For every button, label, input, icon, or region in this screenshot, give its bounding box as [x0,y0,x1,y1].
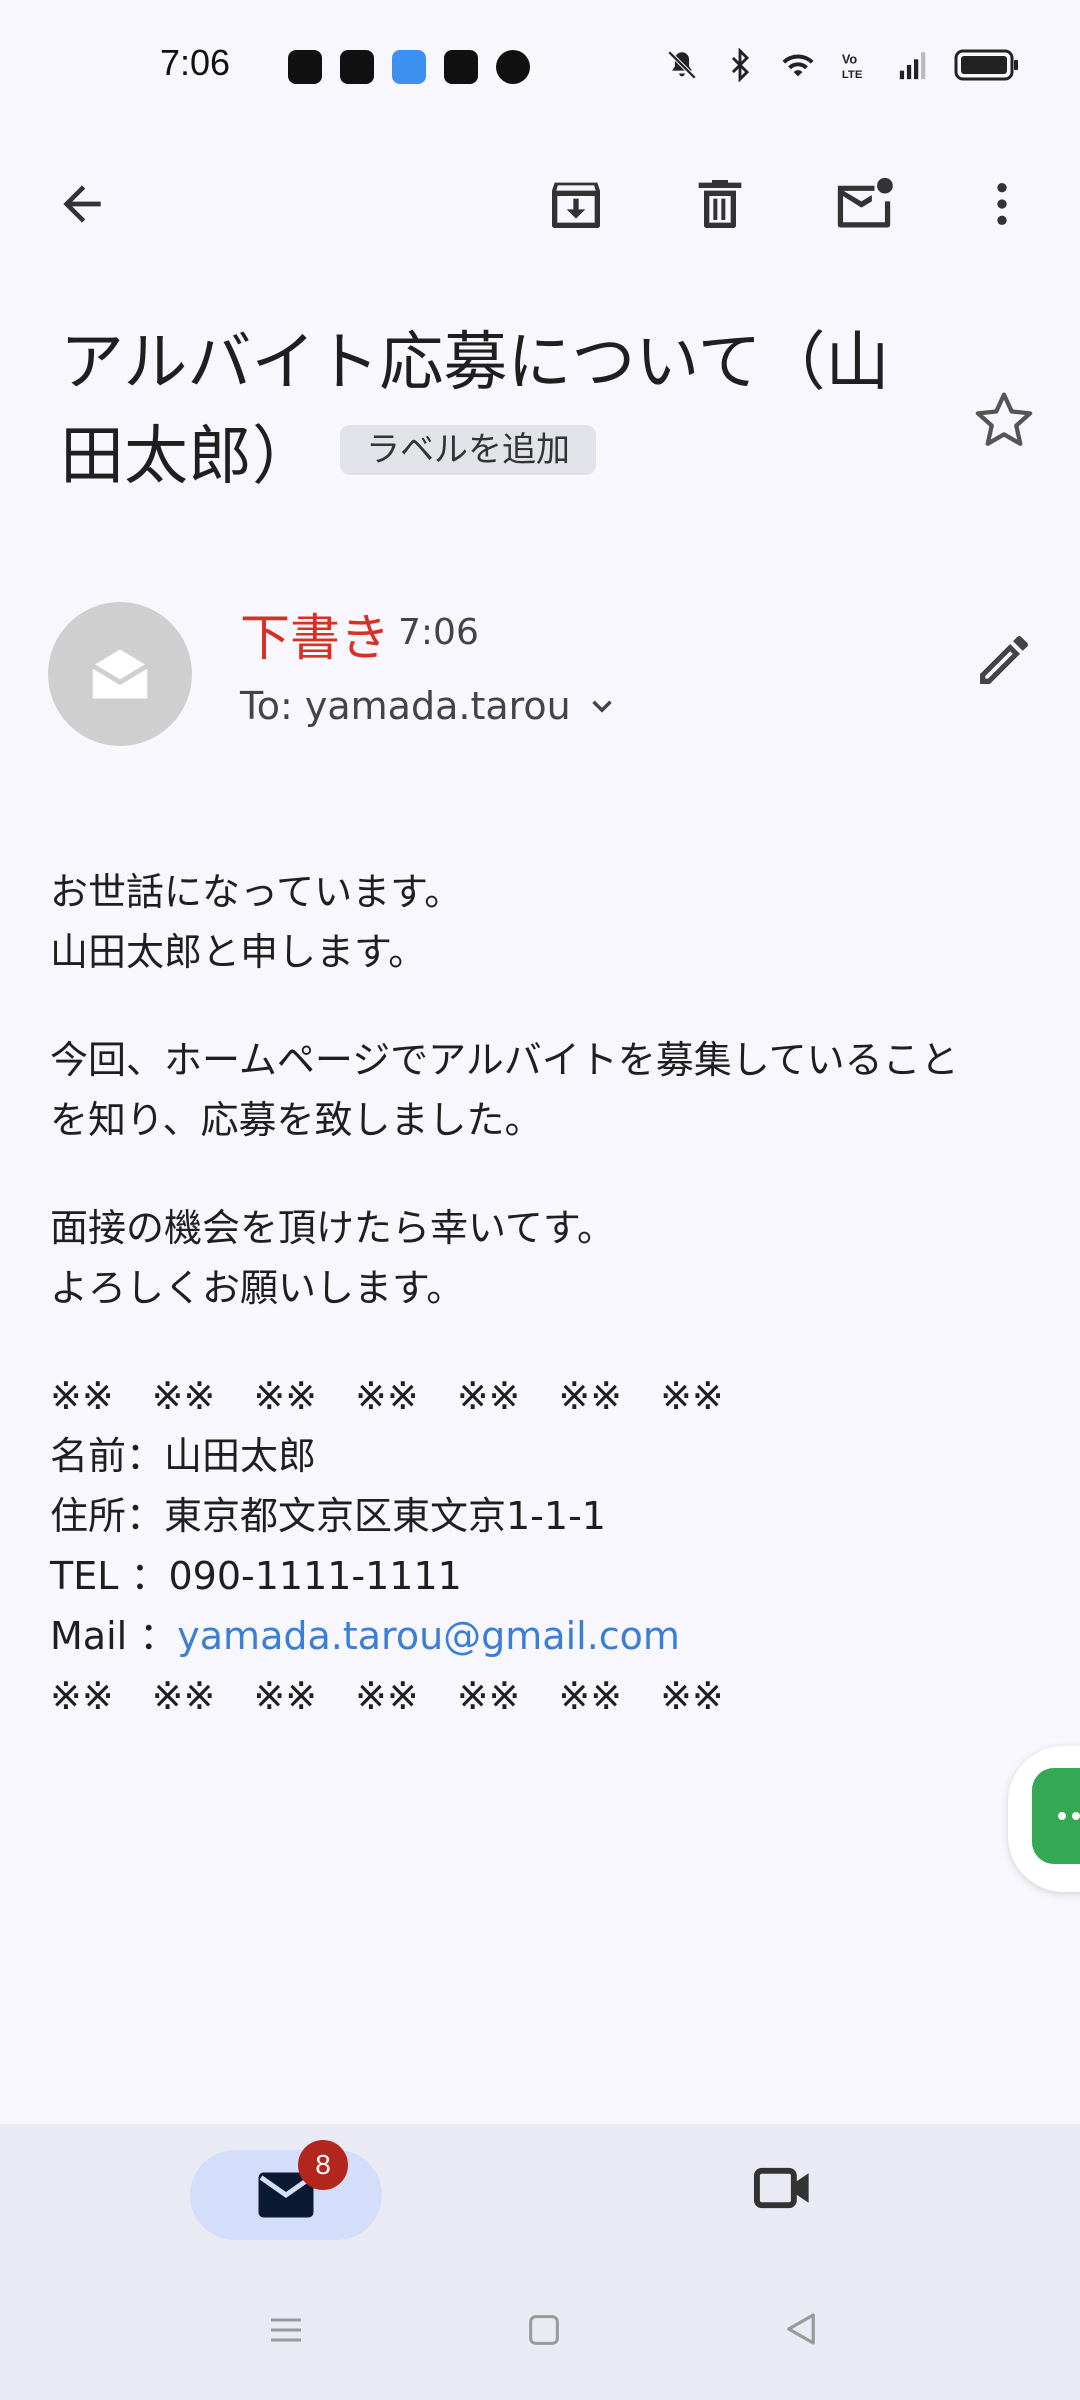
chat-dots-icon [1058,1812,1080,1820]
menu-icon [271,2318,301,2342]
body-greeting: お世話になっています。 山田太郎と申します。 [50,870,463,974]
signature-mail-label: Mail ： [50,1614,178,1658]
trash-icon [698,180,742,228]
email-time: 7:06 [398,612,479,653]
battery-icon [954,49,1018,81]
mute-icon [667,50,697,80]
delete-button[interactable] [684,168,756,240]
avatar[interactable] [48,602,192,746]
body-closing: 面接の機会を頂けたら幸いてす。 よろしくお願いします。 [50,1206,616,1310]
draft-envelope-icon [91,649,149,699]
status-time: 7:06 [160,42,231,83]
system-back-button[interactable] [780,2308,822,2354]
star-button[interactable] [972,388,1036,456]
email-body: お世話になっています。 山田太郎と申します。 今回、ホームページでアルバイトを募… [50,862,1050,1726]
signature-separator-bottom: ※※ ※※ ※※ ※※ ※※ ※※ ※※ [50,1674,724,1718]
more-options-button[interactable] [966,168,1038,240]
app-icon-2 [340,50,374,84]
recipient-details-toggle[interactable]: To: yamada.tarou [240,684,619,728]
signature: ※※ ※※ ※※ ※※ ※※ ※※ ※※ 名前：山田太郎 住所：東京都文京区東文… [50,1366,1050,1726]
tab-mail[interactable] [190,2150,382,2240]
draft-status: 下書き [240,609,390,667]
archive-icon [552,182,600,228]
email-subject-block: アルバイト応募について（山田太郎） ラベルを追加 [60,316,940,504]
star-icon [975,392,1033,446]
signature-tel: TEL ：090-1111-1111 [50,1554,462,1598]
mark-unread-icon [837,177,893,228]
app-icon-4 [444,50,478,84]
status-app-icons [288,50,530,84]
volte-icon: Vo LTE [842,52,863,81]
archive-button[interactable] [540,168,612,240]
bluetooth-icon [731,48,750,82]
signature-mail-link[interactable]: yamada.tarou@gmail.com [177,1614,680,1658]
signature-separator-top: ※※ ※※ ※※ ※※ ※※ ※※ ※※ [50,1374,724,1418]
status-system-icons: Vo LTE [664,48,1020,82]
more-vert-icon [997,183,1007,225]
weather-icon [392,50,426,84]
mark-unread-button[interactable] [828,168,900,240]
svg-text:LTE: LTE [842,69,863,81]
edit-draft-button[interactable] [972,628,1036,696]
wifi-icon [782,54,814,77]
system-home-button[interactable] [524,2310,564,2354]
system-recents-button[interactable] [266,2310,306,2354]
cat-icon [496,50,530,84]
signature-address: 住所：東京都文京区東文京1-1-1 [50,1494,606,1538]
unread-count-badge: 8 [298,2140,348,2190]
home-square-icon [529,2315,559,2345]
signature-mail-row: Mail ：yamada.tarou@gmail.com [50,1606,1050,1666]
tab-meet[interactable] [752,2160,816,2220]
body-intro: 今回、ホームページでアルバイトを募集していること を知り、応募を致しました。 [50,1038,959,1142]
back-triangle-icon [787,2313,815,2345]
arrow-back-icon [63,185,101,223]
chevron-down-icon [592,700,612,713]
recipient-text: To: yamada.tarou [240,684,571,728]
pencil-icon [980,636,1028,684]
video-camera-icon [753,2167,809,2209]
signal-icon [899,52,926,80]
back-button[interactable] [46,168,118,240]
bottom-navigation [0,2124,1080,2400]
svg-text:Vo: Vo [842,52,858,67]
app-icon-1 [288,50,322,84]
signature-name: 名前：山田太郎 [50,1434,317,1478]
floating-chat-button[interactable] [1032,1768,1080,1864]
add-label-button[interactable]: ラベルを追加 [340,425,596,476]
